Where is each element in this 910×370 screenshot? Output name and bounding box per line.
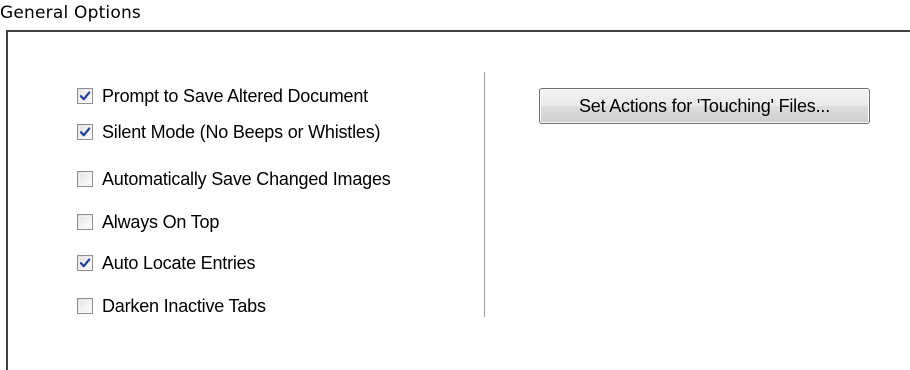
option-label: Silent Mode (No Beeps or Whistles): [102, 121, 381, 142]
option-label: Always On Top: [102, 211, 220, 232]
option-prompt-save[interactable]: Prompt to Save Altered Document: [77, 84, 368, 108]
option-darken-tabs[interactable]: Darken Inactive Tabs: [77, 294, 266, 318]
check-mark-icon: [79, 91, 91, 101]
option-label: Automatically Save Changed Images: [102, 168, 391, 189]
check-mark-icon: [79, 258, 91, 268]
option-label: Darken Inactive Tabs: [102, 295, 266, 316]
vertical-divider: [484, 72, 486, 317]
option-always-on-top[interactable]: Always On Top: [77, 210, 219, 234]
option-auto-locate[interactable]: Auto Locate Entries: [77, 251, 255, 275]
option-label: Prompt to Save Altered Document: [102, 85, 368, 106]
checkbox[interactable]: [77, 214, 93, 230]
general-options-group: [6, 30, 910, 370]
checkbox[interactable]: [77, 171, 93, 187]
checkbox[interactable]: [77, 88, 93, 104]
checkbox[interactable]: [77, 124, 93, 140]
checkbox[interactable]: [77, 298, 93, 314]
check-mark-icon: [79, 127, 91, 137]
section-title: General Options: [0, 3, 141, 23]
option-auto-save-images[interactable]: Automatically Save Changed Images: [77, 167, 391, 191]
option-label: Auto Locate Entries: [102, 252, 256, 273]
checkbox[interactable]: [77, 255, 93, 271]
option-silent-mode[interactable]: Silent Mode (No Beeps or Whistles): [77, 120, 381, 144]
set-touching-actions-button[interactable]: Set Actions for 'Touching' Files...: [539, 88, 870, 124]
